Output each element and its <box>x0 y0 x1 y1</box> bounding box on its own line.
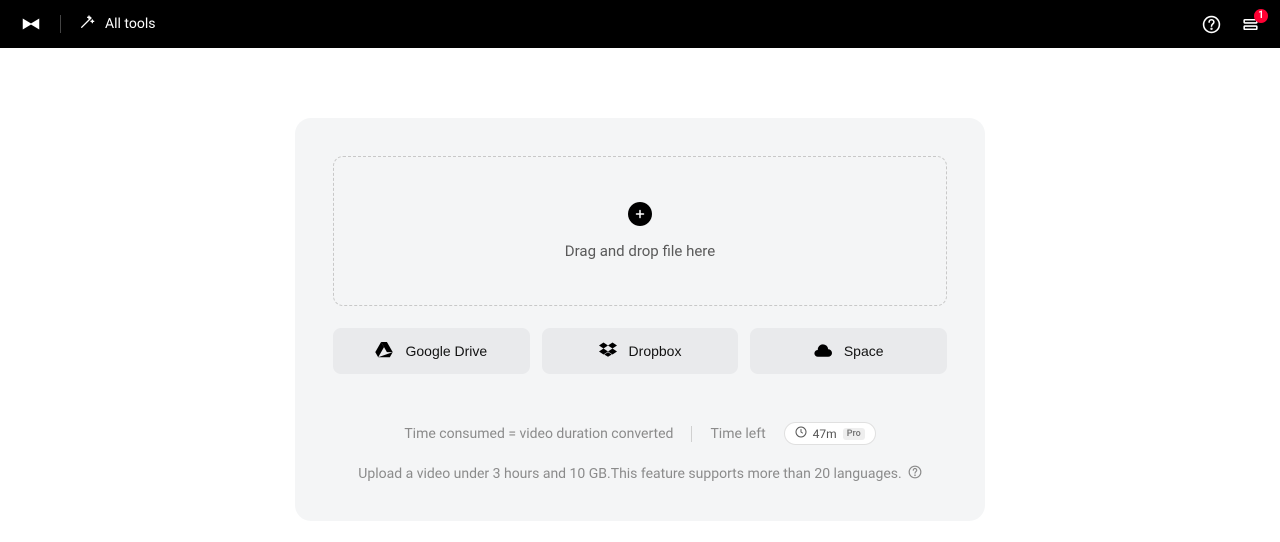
google-drive-label: Google Drive <box>405 343 487 359</box>
header-left: All tools <box>20 13 155 35</box>
time-consumed-label: Time consumed = video duration converted <box>404 426 673 442</box>
dropbox-button[interactable]: Dropbox <box>542 328 739 374</box>
clock-icon <box>795 426 807 441</box>
upload-hint: Upload a video under 3 hours and 10 GB.T… <box>358 466 901 482</box>
time-left-pill[interactable]: 47m Pro <box>784 422 876 445</box>
space-label: Space <box>844 343 884 359</box>
main-content: Drag and drop file here Google Drive <box>0 48 1280 521</box>
info-divider <box>691 426 692 442</box>
dropzone-label: Drag and drop file here <box>565 242 715 260</box>
time-left-label: Time left <box>710 426 765 442</box>
upload-card: Drag and drop file here Google Drive <box>295 118 985 521</box>
notifications-button[interactable]: 1 <box>1241 15 1260 34</box>
time-left-value: 47m <box>813 427 837 441</box>
header-right: 1 <box>1202 15 1260 34</box>
dropbox-label: Dropbox <box>629 343 682 359</box>
app-logo[interactable] <box>20 13 42 35</box>
help-hint-icon[interactable] <box>908 465 922 483</box>
pro-tag: Pro <box>843 428 865 440</box>
source-buttons: Google Drive Dropbox <box>333 328 947 374</box>
help-button[interactable] <box>1202 15 1221 34</box>
cloud-icon <box>814 343 832 360</box>
google-drive-button[interactable]: Google Drive <box>333 328 530 374</box>
all-tools-button[interactable]: All tools <box>79 14 155 34</box>
upload-hint-row: Upload a video under 3 hours and 10 GB.T… <box>333 465 947 483</box>
app-header: All tools 1 <box>0 0 1280 48</box>
time-info-row: Time consumed = video duration converted… <box>333 422 947 445</box>
magic-wand-icon <box>79 14 95 34</box>
dropbox-icon <box>599 342 617 361</box>
info-section: Time consumed = video duration converted… <box>333 422 947 483</box>
google-drive-icon <box>375 342 393 361</box>
all-tools-label: All tools <box>105 16 155 32</box>
dropzone[interactable]: Drag and drop file here <box>333 156 947 306</box>
plus-icon <box>628 202 652 226</box>
header-divider <box>60 15 61 33</box>
notification-badge: 1 <box>1254 9 1268 23</box>
space-button[interactable]: Space <box>750 328 947 374</box>
